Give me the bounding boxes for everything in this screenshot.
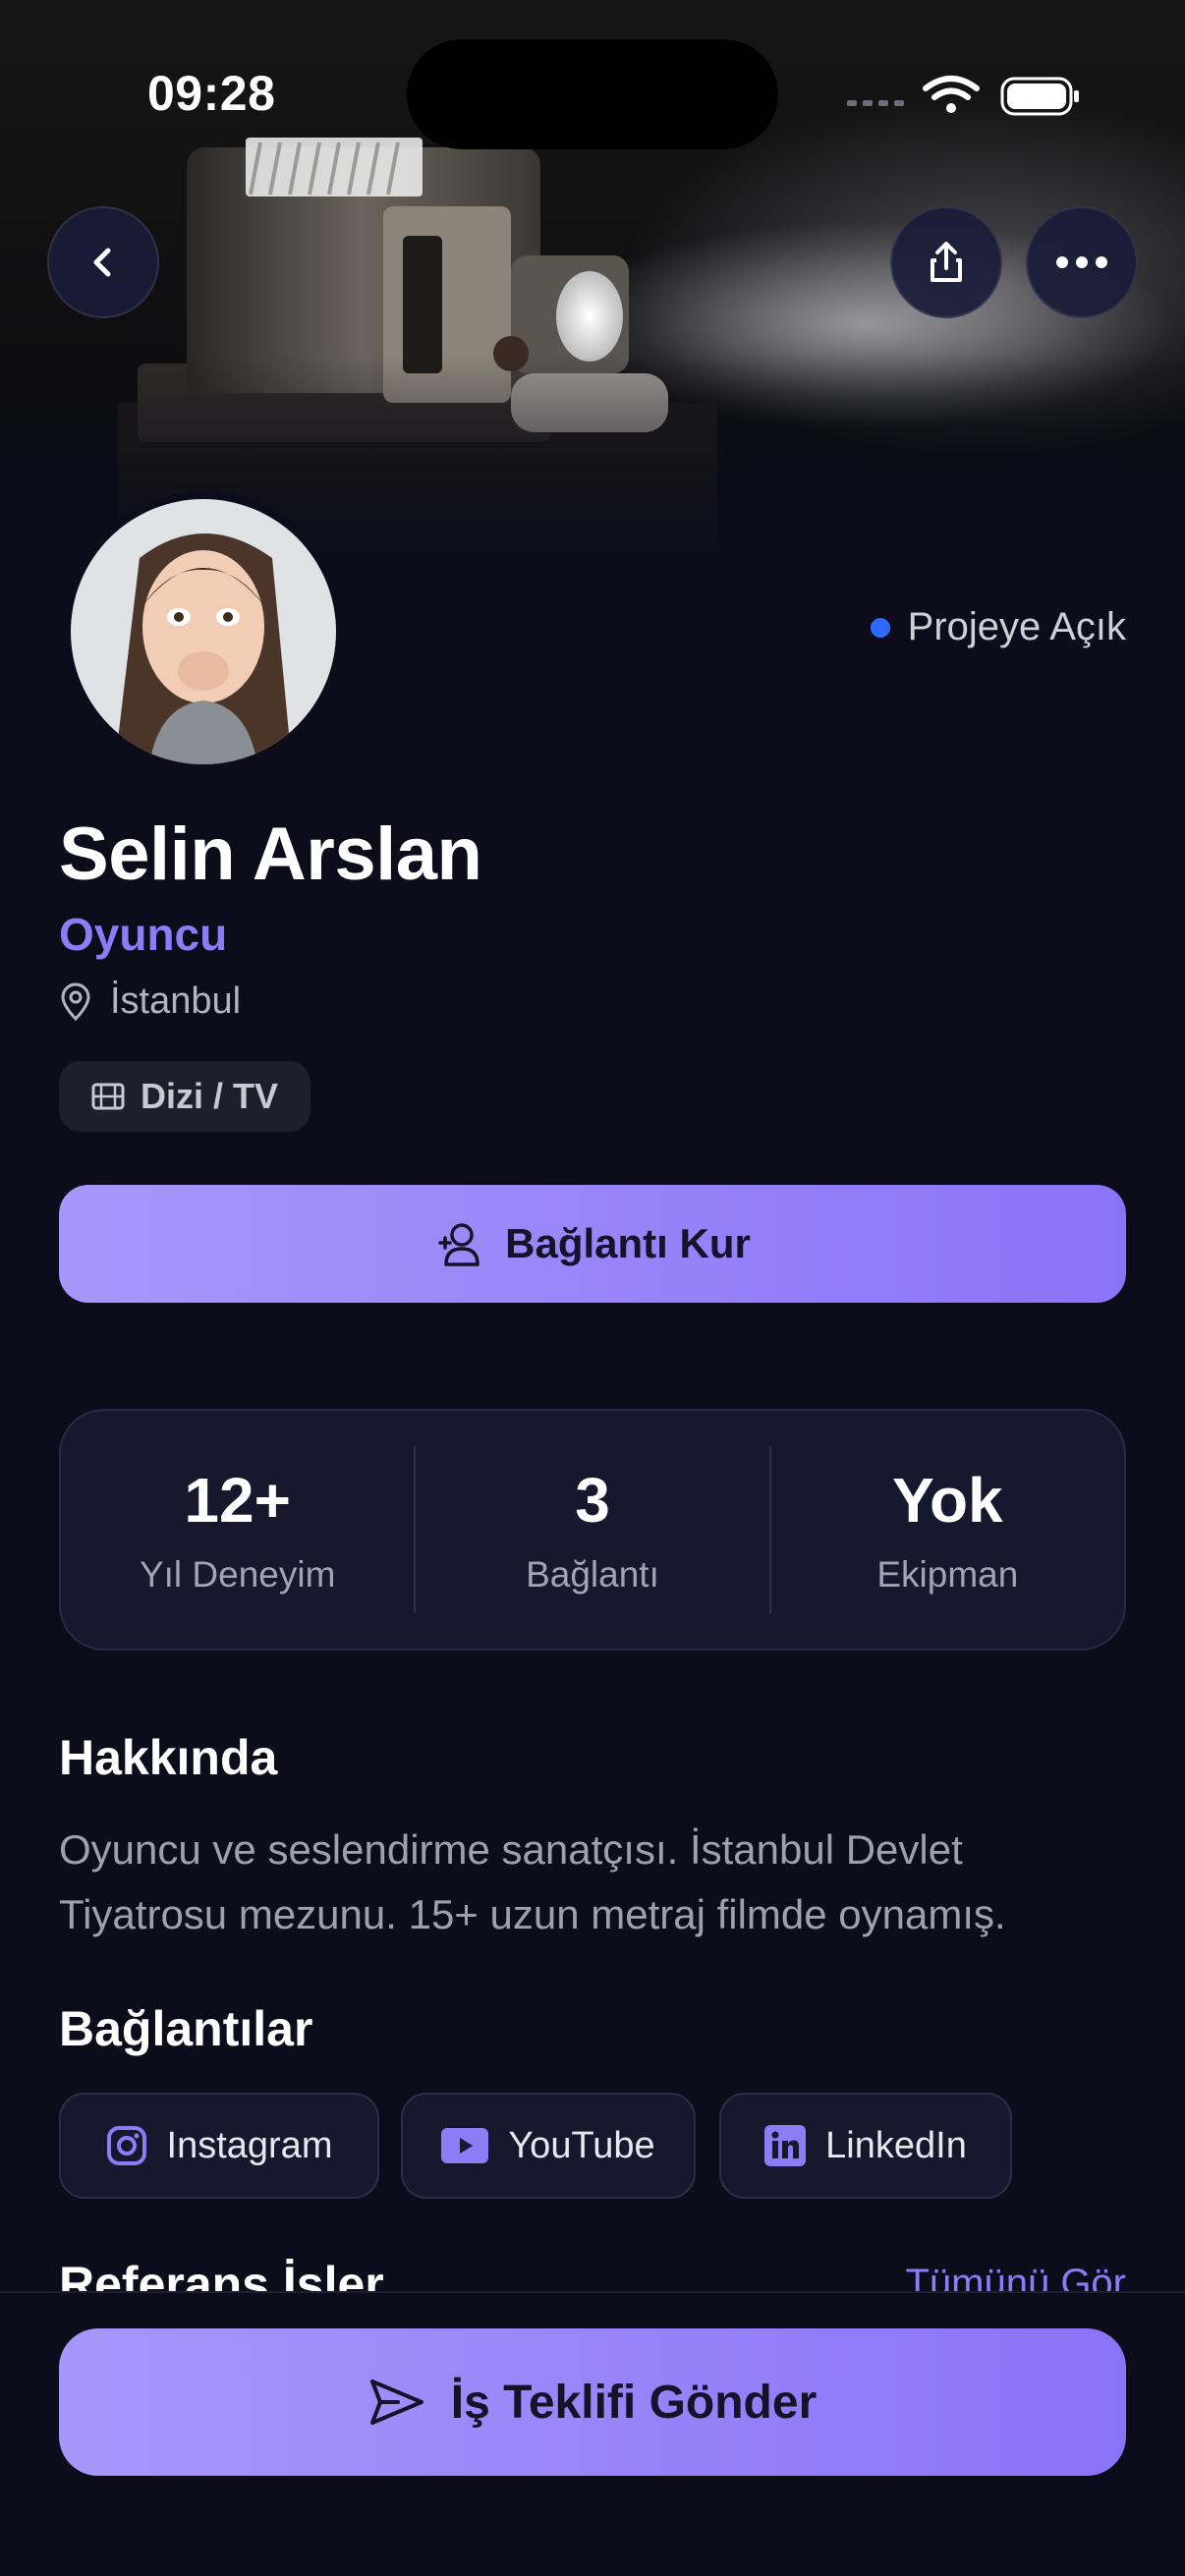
connect-button-label: Bağlantı Kur	[505, 1220, 751, 1266]
link-linkedin[interactable]: LinkedIn	[719, 2093, 1012, 2199]
film-icon	[91, 1083, 125, 1110]
send-icon	[369, 2380, 423, 2425]
more-horizontal-icon	[1056, 256, 1107, 268]
link-label: LinkedIn	[825, 2124, 967, 2166]
instagram-icon	[106, 2126, 146, 2165]
send-offer-button[interactable]: İş Teklifi Gönder	[59, 2328, 1126, 2476]
status-dot	[870, 617, 890, 638]
linkedin-icon	[764, 2125, 807, 2166]
connect-button[interactable]: Bağlantı Kur	[59, 1185, 1126, 1303]
link-label: Instagram	[166, 2124, 333, 2166]
link-instagram[interactable]: Instagram	[59, 2093, 379, 2199]
back-button[interactable]	[47, 206, 159, 318]
battery-icon	[1000, 77, 1079, 116]
wifi-icon	[923, 76, 980, 100]
stat-value: 12+	[184, 1465, 291, 1536]
location-label: İstanbul	[110, 980, 242, 1022]
links-title: Bağlantılar	[59, 2001, 313, 2056]
stat-label: Ekipman	[876, 1554, 1019, 1595]
category-tag: Dizi / TV	[59, 1061, 310, 1132]
about-text: Oyuncu ve seslendirme sanatçısı. İstanbu…	[59, 1826, 1006, 1937]
location-pin-icon	[61, 982, 90, 1021]
profile-location: İstanbul	[59, 980, 241, 1023]
availability-label: Projeye Açık	[907, 605, 1126, 648]
dynamic-island	[407, 39, 778, 149]
stat-experience: 12+ Yıl Deneyim	[61, 1464, 414, 1596]
stat-connections[interactable]: 3 Bağlantı	[416, 1464, 768, 1596]
add-user-icon	[438, 1223, 480, 1266]
avatar-photo	[71, 499, 336, 764]
signal-icon	[847, 100, 904, 106]
stat-equipment: Yok Ekipman	[771, 1464, 1124, 1596]
stat-label: Yıl Deneyim	[139, 1554, 336, 1595]
stats-card: 12+ Yıl Deneyim 3 Bağlantı Yok Ekipman	[59, 1409, 1126, 1651]
avatar	[63, 491, 344, 772]
chevron-left-icon	[93, 248, 111, 277]
stat-label: Bağlantı	[526, 1554, 659, 1595]
link-youtube[interactable]: YouTube	[401, 2093, 696, 2199]
category-tag-label: Dizi / TV	[140, 1076, 278, 1116]
profile-role: Oyuncu	[59, 909, 228, 960]
link-label: YouTube	[508, 2124, 655, 2166]
status-time: 09:28	[147, 66, 276, 121]
availability-status: Projeye Açık	[870, 605, 1126, 649]
send-offer-label: İş Teklifi Gönder	[450, 2376, 818, 2429]
more-options-button[interactable]	[1026, 206, 1138, 318]
youtube-icon	[441, 2128, 489, 2163]
stat-value: Yok	[892, 1465, 1003, 1536]
stat-value: 3	[575, 1465, 610, 1536]
share-button[interactable]	[890, 206, 1002, 318]
share-icon	[931, 242, 962, 282]
about-title: Hakkında	[59, 1730, 278, 1785]
status-icons	[847, 76, 1079, 116]
profile-name: Selin Arslan	[59, 812, 482, 896]
